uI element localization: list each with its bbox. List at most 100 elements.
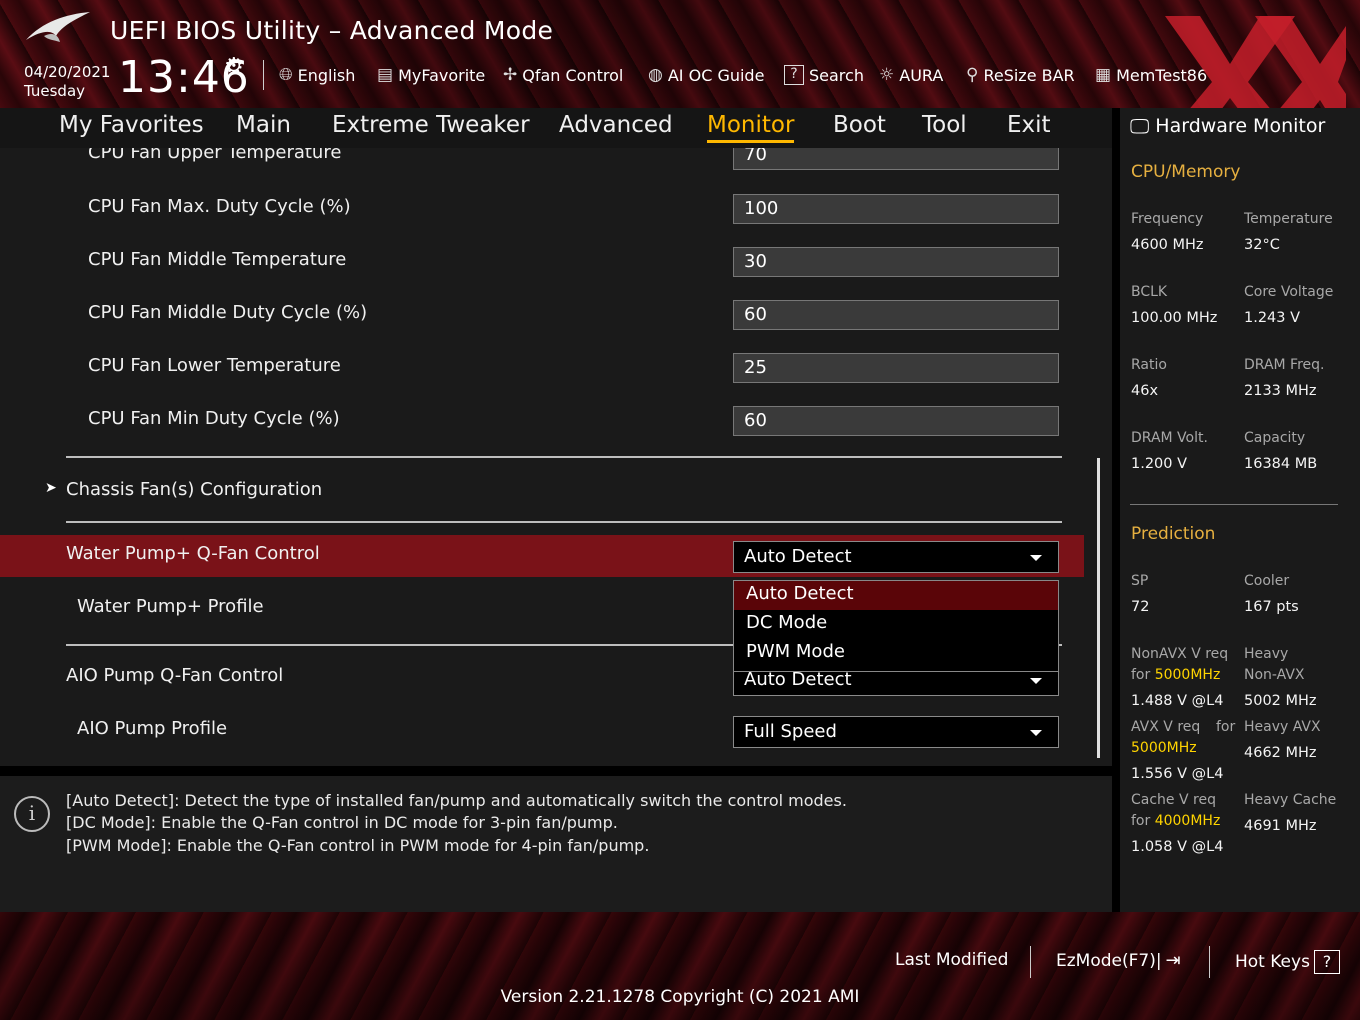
qfan-control-label: Qfan Control	[522, 65, 624, 85]
water-pump-profile-label: Water Pump+ Profile	[77, 596, 264, 617]
tab-advanced[interactable]: Advanced	[559, 112, 673, 138]
sp-label: SP	[1131, 573, 1149, 589]
search-button[interactable]: ? Search	[784, 62, 864, 88]
hardware-monitor-title: 🖵︎ Hardware Monitor	[1130, 114, 1325, 138]
cpu-fan-middle-duty-field[interactable]: 60	[733, 300, 1059, 330]
hardware-monitor-title-text: Hardware Monitor	[1155, 115, 1326, 137]
dropdown-option-dc-mode[interactable]: DC Mode	[734, 610, 1058, 639]
heavy-avx-value: 4662 MHz	[1244, 745, 1317, 761]
language-label: English	[297, 65, 356, 85]
water-pump-control-dropdown: Auto Detect DC Mode PWM Mode	[733, 580, 1059, 672]
tab-my-favorites[interactable]: My Favorites	[59, 112, 204, 138]
resize-bar-label: ReSize BAR	[983, 65, 1075, 85]
water-pump-control-select[interactable]: Auto Detect	[733, 541, 1059, 573]
section-divider	[1130, 504, 1338, 505]
dram-freq-label: DRAM Freq.	[1244, 357, 1325, 373]
capacity-label: Capacity	[1244, 430, 1306, 446]
nonavx-for-label: for 5000MHz	[1131, 667, 1220, 683]
resize-bar-button[interactable]: ⚲ ReSize BAR	[966, 62, 1075, 88]
date-display: 04/20/2021 Tuesday	[24, 63, 110, 101]
myfavorite-label: MyFavorite	[398, 65, 486, 85]
avx-for-label: for	[1216, 719, 1236, 735]
section-divider	[66, 521, 1062, 523]
ai-oc-guide-button[interactable]: ◍ AI OC Guide	[648, 62, 764, 88]
heavy-avx-label: Heavy AVX	[1244, 719, 1321, 735]
heavy-cache-value: 4691 MHz	[1244, 818, 1317, 834]
ratio-value: 46x	[1131, 383, 1159, 399]
cpu-fan-middle-temp-label: CPU Fan Middle Temperature	[88, 249, 347, 270]
help-panel: i [Auto Detect]: Detect the type of inst…	[0, 776, 1112, 912]
cpu-fan-middle-duty-label: CPU Fan Middle Duty Cycle (%)	[88, 302, 368, 323]
memtest-icon: ▦	[1095, 65, 1112, 85]
tab-tool[interactable]: Tool	[922, 112, 967, 138]
rog-logo-icon	[26, 12, 90, 42]
cpu-fan-max-duty-label: CPU Fan Max. Duty Cycle (%)	[88, 196, 351, 217]
chevron-right-icon: ➤	[45, 480, 57, 496]
chevron-down-icon	[1030, 678, 1042, 684]
aio-pump-profile-value: Full Speed	[744, 721, 837, 742]
capacity-value: 16384 MB	[1244, 456, 1318, 472]
sp-value: 72	[1131, 599, 1150, 615]
myfavorite-button[interactable]: ▤ MyFavorite	[377, 62, 485, 88]
prediction-heading: Prediction	[1131, 524, 1216, 544]
cooler-value: 167 pts	[1244, 599, 1299, 615]
tab-boot[interactable]: Boot	[833, 112, 886, 138]
clock-settings-gear-icon[interactable]: ⚙	[224, 54, 244, 79]
nonavx-label: NonAVX V req	[1131, 646, 1229, 662]
header-bar: UEFI BIOS Utility – Advanced Mode 04/20/…	[0, 0, 1360, 142]
cpu-fan-min-duty-field[interactable]: 60	[733, 406, 1059, 436]
last-modified-button[interactable]: Last Modified	[895, 950, 1008, 970]
hot-keys-button[interactable]: Hot Keys ?	[1235, 950, 1340, 974]
bclk-label: BCLK	[1131, 284, 1168, 300]
info-icon: i	[14, 796, 50, 832]
fan-icon: ✢	[503, 65, 518, 85]
tab-monitor[interactable]: Monitor	[707, 112, 795, 143]
cache-for-label: for 4000MHz	[1131, 813, 1220, 829]
cache-label: Cache V req	[1131, 792, 1216, 808]
footer-bar: Last Modified EzMode(F7)| ⇥ Hot Keys ? V…	[0, 912, 1360, 1020]
heavy-nonavx-value: 5002 MHz	[1244, 693, 1317, 709]
tab-main[interactable]: Main	[236, 112, 291, 138]
dram-freq-value: 2133 MHz	[1244, 383, 1317, 399]
header-divider	[263, 60, 264, 90]
aura-button[interactable]: ☼ AURA	[879, 62, 943, 88]
monitor-icon: 🖵︎	[1130, 114, 1150, 138]
cpu-fan-upper-temp-field[interactable]: 70	[733, 148, 1059, 170]
settings-scrollbar[interactable]	[1097, 458, 1100, 758]
cpu-fan-middle-temp-field[interactable]: 30	[733, 247, 1059, 277]
cache-value: 1.058 V @L4	[1131, 839, 1224, 855]
aio-pump-profile-select[interactable]: Full Speed	[733, 716, 1059, 748]
core-voltage-label: Core Voltage	[1244, 284, 1334, 300]
globe-icon: 🌐︎	[279, 65, 293, 85]
date-text: 04/20/2021	[24, 63, 111, 81]
cpu-fan-lower-temp-label: CPU Fan Lower Temperature	[88, 355, 341, 376]
resize-bar-icon: ⚲	[966, 65, 979, 85]
tab-exit[interactable]: Exit	[1007, 112, 1051, 138]
settings-panel: CPU Fan Upper Temperature 70 CPU Fan Max…	[0, 148, 1112, 766]
temperature-label: Temperature	[1244, 211, 1333, 227]
aio-pump-control-label: AIO Pump Q-Fan Control	[66, 665, 284, 686]
aio-pump-profile-label: AIO Pump Profile	[77, 718, 228, 739]
cpu-fan-lower-temp-field[interactable]: 25	[733, 353, 1059, 383]
aura-icon: ☼	[879, 65, 895, 85]
ratio-label: Ratio	[1131, 357, 1167, 373]
nonavx-value: 1.488 V @L4	[1131, 693, 1224, 709]
language-button[interactable]: 🌐︎ English	[279, 62, 355, 88]
tab-extreme-tweaker[interactable]: Extreme Tweaker	[332, 112, 530, 138]
cooler-label: Cooler	[1244, 573, 1290, 589]
nonavx-freq: 5000MHz	[1154, 667, 1221, 683]
ezmode-button[interactable]: EzMode(F7)| ⇥	[1056, 950, 1181, 971]
dram-volt-label: DRAM Volt.	[1131, 430, 1208, 446]
help-line: [DC Mode]: Enable the Q-Fan control in D…	[66, 813, 618, 832]
search-icon: ?	[784, 65, 804, 85]
qfan-control-button[interactable]: ✢ Qfan Control	[503, 62, 623, 88]
day-text: Tuesday	[24, 82, 86, 100]
cpu-memory-heading: CPU/Memory	[1131, 162, 1241, 182]
hot-keys-label: Hot Keys	[1235, 952, 1310, 972]
chevron-down-icon	[1030, 730, 1042, 736]
chassis-fan-config-link[interactable]: Chassis Fan(s) Configuration	[66, 479, 322, 500]
dropdown-option-pwm-mode[interactable]: PWM Mode	[734, 639, 1058, 668]
cpu-fan-max-duty-field[interactable]: 100	[733, 194, 1059, 224]
ezmode-label: EzMode(F7)|	[1056, 950, 1162, 971]
dropdown-option-auto-detect[interactable]: Auto Detect	[734, 581, 1058, 610]
